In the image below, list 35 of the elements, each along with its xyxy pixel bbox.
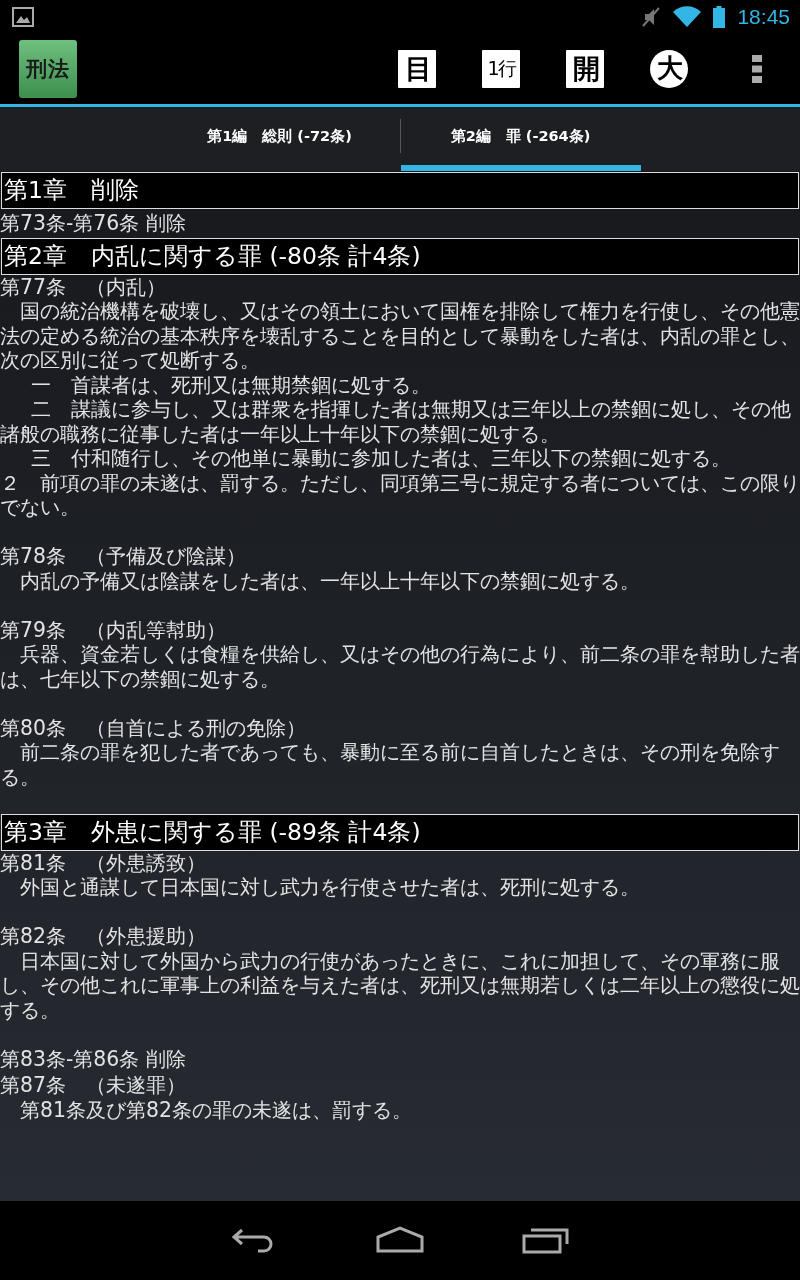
- article-item: 一 首謀者は、死刑又は無期禁錮に処する。: [30, 372, 432, 397]
- article-heading: 第79条 （内乱等幇助）: [0, 617, 227, 642]
- overflow-menu-icon[interactable]: [750, 53, 764, 84]
- article-line: 第73条-第76条 削除: [0, 211, 187, 236]
- article-heading: 第81条 （外患誘致）: [0, 850, 207, 875]
- article-paragraph: 第81条及び第82条の罪の未遂は、罰する。: [19, 1097, 413, 1122]
- article-heading: 第80条 （自首による刑の免除）: [0, 715, 307, 740]
- toolbar-button[interactable]: 大: [650, 49, 688, 88]
- article-paragraph: 前二条の罪を犯した者であっても、暴動に至る前に自首したときは、その刑を免除する。: [0, 740, 781, 789]
- toolbar-button[interactable]: 目: [398, 49, 436, 88]
- article-heading: 第87条 （未遂罪）: [0, 1073, 187, 1098]
- article-paragraph: 内乱の予備又は陰謀をした者は、一年以上十年以下の禁錮に処する。: [19, 568, 641, 593]
- chapter-heading[interactable]: 第2章 内乱に関する罪 (-80条 計4条): [1, 237, 799, 275]
- article-item: 三 付和随行し、その他単に暴動に参加した者は、三年以下の禁錮に処する。: [30, 446, 732, 471]
- article-heading: 第82条 （外患援助）: [0, 924, 207, 949]
- article-item: 二 謀議に参与し、又は群衆を指揮した者は無期又は三年以上の禁錮に処し、その他諸般の職務に従事した者は一年以上十年以下の禁錮に処する。: [0, 397, 792, 446]
- chapter-heading[interactable]: 第3章 外患に関する罪 (-89条 計4条): [1, 813, 799, 851]
- battery-icon: [713, 5, 726, 28]
- app-icon[interactable]: 刑法: [19, 39, 77, 98]
- article-paragraph: 外国と通謀して日本国に対し武力を行使させた者は、死刑に処する。: [19, 875, 641, 900]
- muted-icon: [641, 5, 662, 28]
- article-paragraph: 国の統治機構を破壊し、又はその領土において国権を排除して権力を行使し、その他憲法の定める統治の基本秩序を壊乱することを目的として暴動をした者は、内乱の罪とし、次の区別に従って処断する。: [0, 299, 800, 373]
- article-paragraph: ２ 前項の罪の未遂は、罰する。ただし、同項第三号に規定する者については、この限りでない。: [0, 470, 800, 520]
- article-heading: 第77条 （内乱）: [0, 274, 167, 299]
- tab[interactable]: 第1編 総則 (-72条): [159, 107, 400, 171]
- toolbar-button[interactable]: 1行: [482, 49, 520, 88]
- article-paragraph: 兵器、資金若しくは食糧を供給し、又はその他の行為により、前二条の罪を幇助した者は、七年以下の禁錮に処する。: [0, 642, 800, 691]
- chapter-heading[interactable]: 第1章 削除: [1, 172, 799, 209]
- wifi-icon: [673, 5, 702, 28]
- picture-icon: [12, 6, 34, 27]
- toolbar-button[interactable]: 開: [566, 49, 604, 88]
- article-paragraph: 日本国に対して外国から武力の行使があったときに、これに加担して、その軍務に服し、その他これに軍事上の利益を与えた者は、死刑又は無期若しくは二年以上の懲役に処する。: [0, 948, 800, 1022]
- article-line: 第83条-第86条 削除: [0, 1046, 187, 1071]
- clock-time: 18:45: [737, 4, 790, 29]
- article-heading: 第78条 （予備及び陰謀）: [0, 544, 247, 569]
